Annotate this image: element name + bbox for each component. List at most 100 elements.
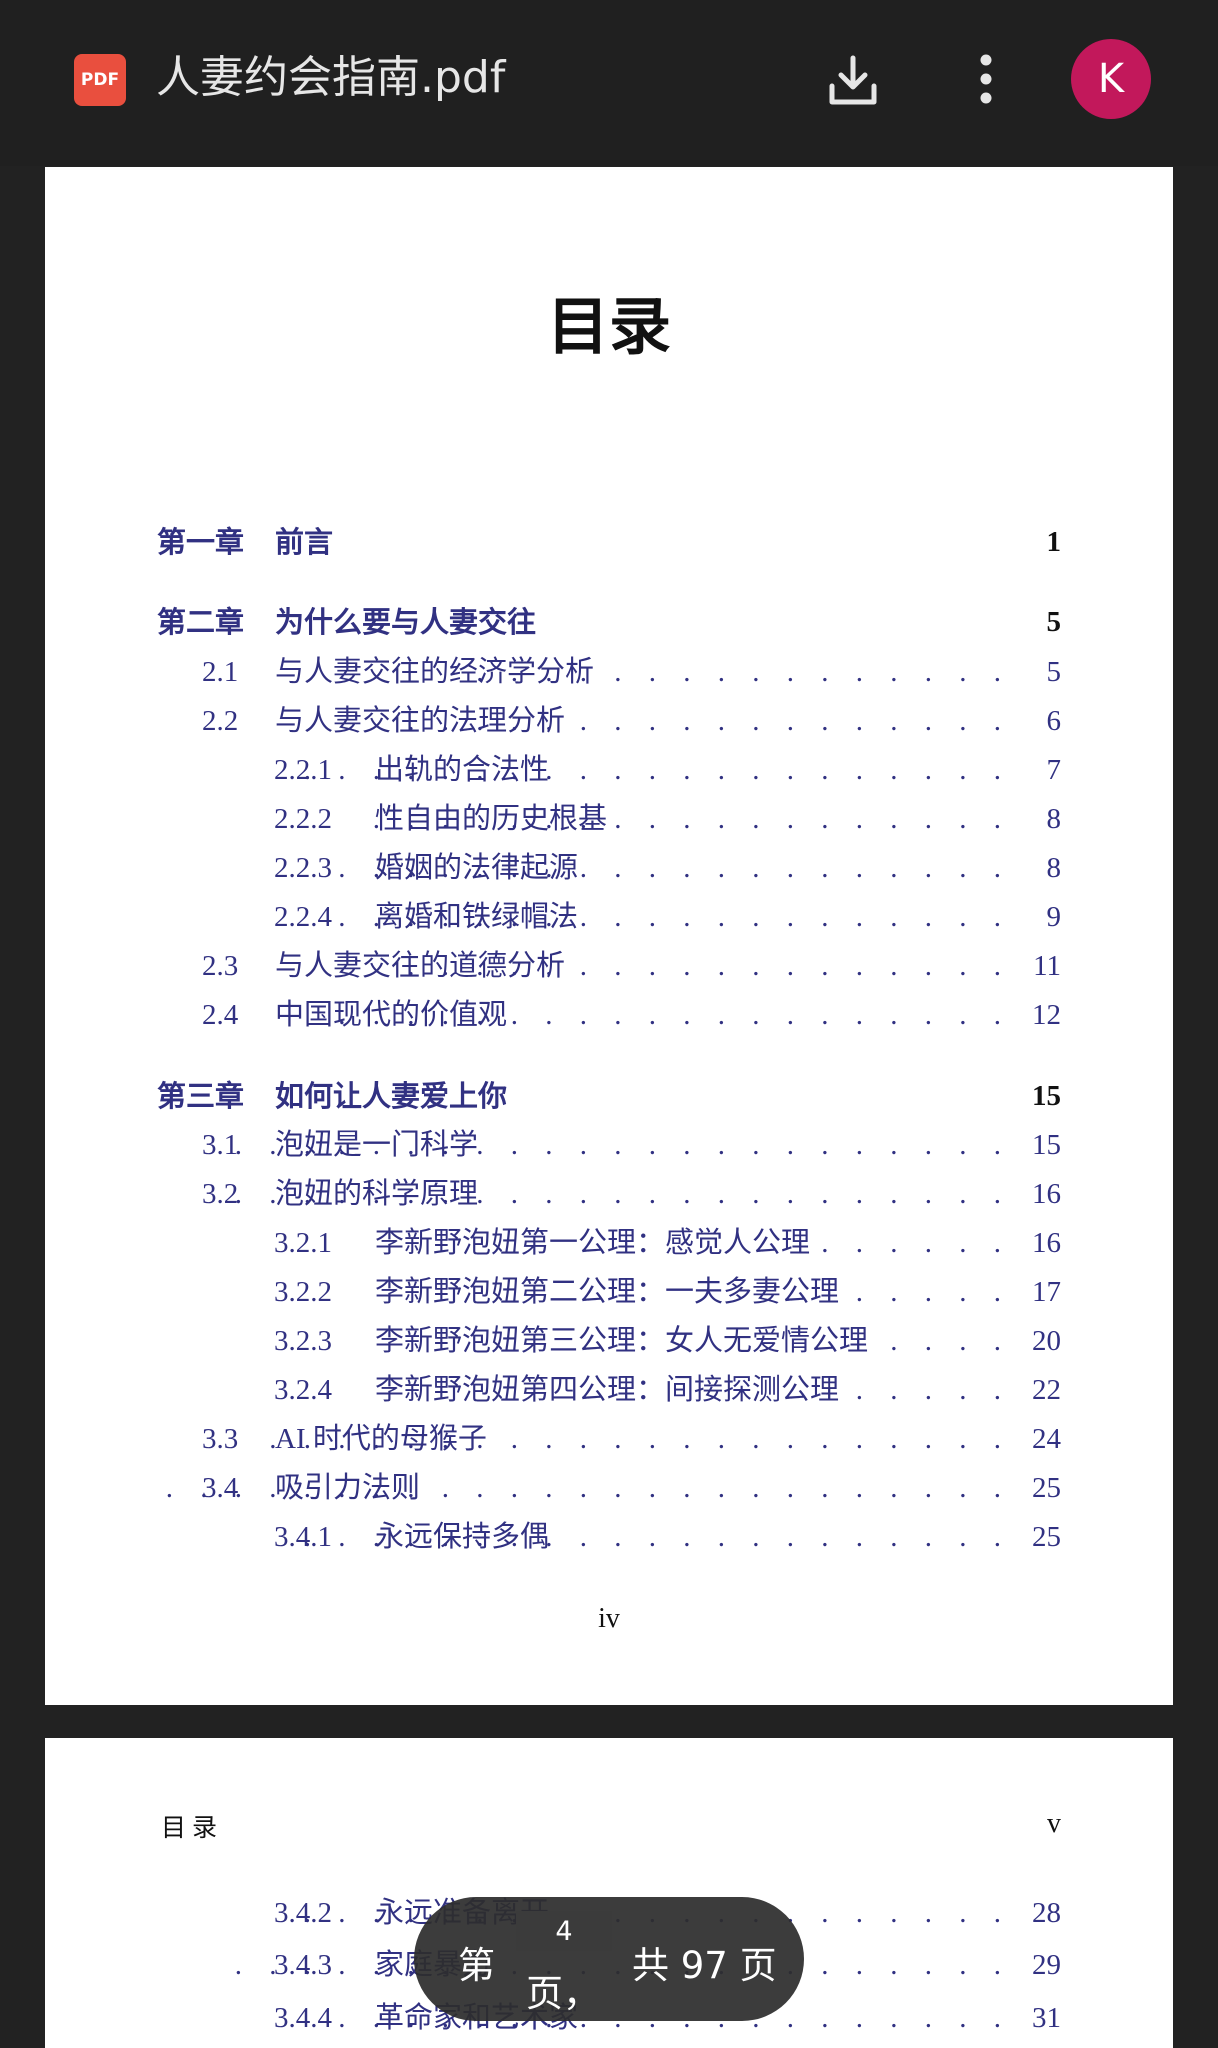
toc-entry-number: 3.2.1 bbox=[274, 1227, 332, 1259]
toc-leader-dots: . . . . . . . . . . . . . . . . . . . . … bbox=[303, 1521, 1011, 1553]
toc-entry-page: 28 bbox=[1032, 1897, 1061, 1929]
toc-entry-page: 16 bbox=[1032, 1227, 1061, 1259]
toc-entry-number: 2.2 bbox=[202, 705, 239, 737]
toc-entry-page: 9 bbox=[1046, 901, 1062, 933]
pdf-file-icon: PDF bbox=[74, 54, 126, 106]
toc-entry-subsection[interactable]: 3.2.3 李新野泡妞第三公理：女人无爱情公理 . . . . 20 bbox=[45, 1318, 1173, 1364]
toc-entry-chapter[interactable]: 第二章 为什么要与人妻交往 5 bbox=[45, 599, 1173, 645]
toc-entry-number: 2.2.4 bbox=[274, 901, 332, 933]
toc-entry-subsection[interactable]: 2.2.2 性自由的历史根基. . . . . . . . . . . . . .… bbox=[45, 796, 1173, 842]
toc-entry-number: 2.1 bbox=[202, 656, 239, 688]
toc-leader-dots: . . . . . . . . . . . . . . . . . . . . bbox=[338, 999, 1011, 1031]
toc-entry-number: 2.2.2 bbox=[274, 803, 332, 835]
page-indicator-suffix: 页， bbox=[526, 1972, 600, 2015]
toc-leader-dots: . . . . . . . . . . . . . . . . . . bbox=[407, 705, 1011, 737]
running-header-title: 目录 bbox=[161, 1813, 224, 1842]
toc-leader-dots: . . . . . . . . . . . . . . . . . . . . bbox=[338, 852, 1011, 884]
toc-entry-page: 8 bbox=[1046, 803, 1062, 835]
toc-entry-subsection[interactable]: 3.4.1 永远保持多偶. . . . . . . . . . . . . . .… bbox=[45, 1514, 1173, 1560]
toc-entry-number: 3.2.2 bbox=[274, 1276, 332, 1308]
toc-leader-dots: . . . . . . . . . . . . . . . . bbox=[476, 656, 1011, 688]
toc-entry-title: 前言 bbox=[275, 525, 334, 559]
toc-entry-page: 25 bbox=[1032, 1521, 1061, 1553]
toc-entry-title: 为什么要与人妻交往 bbox=[275, 605, 537, 639]
toc-entry-subsection[interactable]: 3.2.2 李新野泡妞第二公理：一夫多妻公理 . . . . . 17 bbox=[45, 1269, 1173, 1315]
toc-title: 目录 bbox=[546, 290, 671, 363]
toc-leader-dots: . . . . . bbox=[855, 1374, 1011, 1406]
toc-entry-number: 2.2.3 bbox=[274, 852, 332, 884]
pdf-page-iv: 目录 第一章 前言 1 第二章 为什么要与人妻交往 5 2.1 与人妻交往的经济学分析. . … bbox=[45, 167, 1173, 1705]
toc-entry-page: 1 bbox=[1046, 526, 1062, 558]
toc-entry-number: 3.3 bbox=[202, 1423, 239, 1455]
account-avatar[interactable]: K bbox=[1071, 39, 1151, 119]
toc-entry-page: 7 bbox=[1046, 754, 1062, 786]
toc-entry-number: 3.4.4 bbox=[274, 2002, 332, 2034]
toc-entry-title: 李新野泡妞第四公理：间接探测公理 bbox=[375, 1374, 840, 1406]
toc-entry-section[interactable]: 3.2 泡妞的科学原理. . . . . . . . . . . . . . . … bbox=[45, 1171, 1173, 1217]
toc-leader-dots: . . . . bbox=[890, 1325, 1011, 1357]
toc-leader-dots: . . . . . bbox=[855, 1276, 1011, 1308]
toc-leader-dots: . . . . . . . . . . . . . . . . . . . . bbox=[338, 901, 1011, 933]
toc-entry-page: 15 bbox=[1032, 1080, 1061, 1112]
toc-entry-page: 17 bbox=[1032, 1276, 1061, 1308]
toc-entry-page: 31 bbox=[1032, 2002, 1061, 2034]
toc-entry-title: 李新野泡妞第一公理：感觉人公理 bbox=[375, 1227, 811, 1259]
toc-leader-dots: . . . . . . . . . . . . . . . . . . . . … bbox=[303, 754, 1011, 786]
toc-entry-section[interactable]: 3.4 吸引力法则. . . . . . . . . . . . . . . . … bbox=[45, 1465, 1173, 1511]
toc-entry-title: 李新野泡妞第三公理：女人无爱情公理 bbox=[375, 1325, 869, 1357]
toc-entry-page: 16 bbox=[1032, 1178, 1061, 1210]
toc-entry-section[interactable]: 2.1 与人妻交往的经济学分析. . . . . . . . . . . . . … bbox=[45, 649, 1173, 695]
toc-leader-dots: . . . . . . . . . . . . . . . . . . . . … bbox=[165, 1472, 1011, 1504]
toc-entry-subsection[interactable]: 3.2.4 李新野泡妞第四公理：间接探测公理 . . . . . 22 bbox=[45, 1367, 1173, 1413]
toc-entry-section[interactable]: 2.2 与人妻交往的法理分析. . . . . . . . . . . . . .… bbox=[45, 698, 1173, 744]
toc-leader-dots: . . . . . . . . . . . . . . . . . . bbox=[407, 950, 1011, 982]
toc-entry-page: 20 bbox=[1032, 1325, 1061, 1357]
page-indicator: 第 页， 共 97 页 bbox=[414, 1897, 804, 2021]
toc-entry-section[interactable]: 3.1 泡妞是一门科学. . . . . . . . . . . . . . . … bbox=[45, 1122, 1173, 1168]
toc-entry-page: 5 bbox=[1046, 606, 1062, 638]
toc-entry-number: 第一章 bbox=[157, 525, 245, 559]
toc-entry-chapter[interactable]: 第一章 前言 1 bbox=[45, 519, 1173, 565]
toc-entry-title: 如何让人妻爱上你 bbox=[275, 1079, 508, 1113]
toc-entry-section[interactable]: 2.4 中国现代的价值观. . . . . . . . . . . . . . .… bbox=[45, 992, 1173, 1038]
toc-entry-number: 第三章 bbox=[157, 1079, 245, 1113]
toc-entry-page: 8 bbox=[1046, 852, 1062, 884]
toc-entry-page: 6 bbox=[1046, 705, 1062, 737]
toc-entry-page: 29 bbox=[1032, 1949, 1061, 1981]
toc-leader-dots: . . . . . . . . . . . . . . . . . . . . … bbox=[234, 1129, 1011, 1161]
toc-leader-dots: . . . . . . bbox=[821, 1227, 1011, 1259]
toc-entry-section[interactable]: 3.3 AI 时代的母猴子. . . . . . . . . . . . . . … bbox=[45, 1416, 1173, 1462]
toc-entry-subsection[interactable]: 2.2.4 离婚和铁绿帽法. . . . . . . . . . . . . . … bbox=[45, 894, 1173, 940]
download-button[interactable] bbox=[820, 50, 886, 112]
toc-entry-page: 25 bbox=[1032, 1472, 1061, 1504]
toc-entry-number: 2.3 bbox=[202, 950, 239, 982]
page-number-input[interactable] bbox=[516, 1911, 612, 1951]
toc-entry-number: 3.2.4 bbox=[274, 1374, 332, 1406]
toc-leader-dots: . . . . . . . . . . . . . . . . . . . bbox=[372, 803, 1011, 835]
toc-entry-title: 李新野泡妞第二公理：一夫多妻公理 bbox=[375, 1276, 840, 1308]
toc-leader-dots: . . . . . . . . . . . . . . . . . . . . … bbox=[269, 1423, 1011, 1455]
toc-entry-subsection[interactable]: 2.2.1 出轨的合法性. . . . . . . . . . . . . . .… bbox=[45, 747, 1173, 793]
more-options-button[interactable] bbox=[958, 50, 1014, 112]
toc-entry-number: 3.2.3 bbox=[274, 1325, 332, 1357]
page-number-footer: iv bbox=[598, 1603, 620, 1634]
toc-entry-chapter[interactable]: 第三章 如何让人妻爱上你 15 bbox=[45, 1073, 1173, 1119]
page-indicator-prefix: 第 bbox=[458, 1944, 495, 1987]
toc-entry-page: 5 bbox=[1046, 656, 1062, 688]
toc-entry-page: 22 bbox=[1032, 1374, 1061, 1406]
toc-entry-number: 第二章 bbox=[157, 605, 245, 639]
toc-entry-section[interactable]: 2.3 与人妻交往的道德分析. . . . . . . . . . . . . .… bbox=[45, 943, 1173, 989]
toc-entry-number: 3.1 bbox=[202, 1129, 239, 1161]
toc-entry-number: 2.4 bbox=[202, 999, 239, 1031]
toc-entry-number: 3.2 bbox=[202, 1178, 239, 1210]
toc-entry-page: 12 bbox=[1032, 999, 1061, 1031]
download-icon bbox=[829, 55, 877, 105]
app-bar: PDF 人妻约会指南.pdf K bbox=[0, 0, 1218, 166]
running-header-page-number: v bbox=[1047, 1808, 1061, 1839]
toc-entry-page: 11 bbox=[1033, 950, 1061, 982]
toc-entry-subsection[interactable]: 2.2.3 婚姻的法律起源. . . . . . . . . . . . . . … bbox=[45, 845, 1173, 891]
toc-leader-dots: . . . . . . . . . . . . . . . . . . . . … bbox=[234, 1178, 1011, 1210]
toc-entry-page: 24 bbox=[1032, 1423, 1061, 1455]
toc-entry-subsection[interactable]: 3.2.1 李新野泡妞第一公理：感觉人公理 . . . . . . 16 bbox=[45, 1220, 1173, 1266]
page-indicator-total: 共 97 页 bbox=[632, 1944, 777, 1987]
